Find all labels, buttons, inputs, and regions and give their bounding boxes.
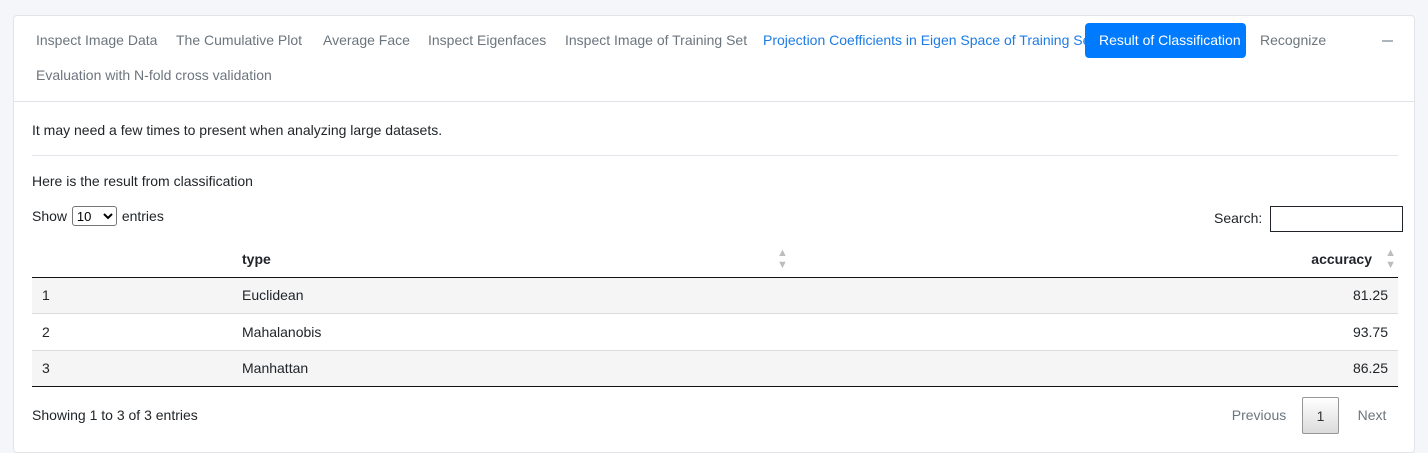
- result-caption: Here is the result from classification: [32, 173, 253, 189]
- tab-inspect-image-training-set[interactable]: Inspect Image of Training Set: [551, 23, 761, 58]
- loading-note: It may need a few times to present when …: [32, 122, 443, 138]
- tab-evaluation-n-fold[interactable]: Evaluation with N-fold cross validation: [22, 58, 286, 93]
- table-row: 3 Manhattan 86.25: [32, 350, 1398, 387]
- cell-index: 2: [42, 323, 50, 340]
- pagination: Previous 1 Next: [1219, 397, 1399, 434]
- page-button-current[interactable]: 1: [1302, 397, 1339, 434]
- header-type[interactable]: type ▲▼: [232, 241, 1238, 278]
- tab-recognize[interactable]: Recognize: [1246, 23, 1340, 58]
- tab-result-of-classification[interactable]: Result of Classification: [1085, 23, 1246, 58]
- header-accuracy[interactable]: accuracy ▲▼: [1238, 241, 1398, 278]
- header-type-label: type: [242, 250, 271, 267]
- header-index: [32, 241, 232, 278]
- cell-accuracy: 86.25: [1352, 360, 1388, 377]
- search-label: Search:: [1214, 210, 1263, 226]
- cell-type: Euclidean: [242, 287, 304, 304]
- cell-accuracy: 93.75: [1352, 323, 1388, 340]
- cell-index: 3: [42, 360, 50, 377]
- table-info: Showing 1 to 3 of 3 entries: [32, 407, 198, 423]
- tab-inspect-image-data[interactable]: Inspect Image Data: [22, 23, 171, 58]
- tab-bar: Inspect Image Data The Cumulative Plot A…: [14, 16, 1414, 102]
- results-table: type ▲▼ accuracy ▲▼ 1 Euclidean 81.25 2 …: [32, 241, 1398, 387]
- tab-card: Inspect Image Data The Cumulative Plot A…: [13, 15, 1415, 453]
- table-row: 2 Mahalanobis 93.75: [32, 314, 1398, 350]
- next-button[interactable]: Next: [1347, 397, 1397, 434]
- length-suffix: entries: [121, 208, 164, 224]
- tab-cumulative-plot[interactable]: The Cumulative Plot: [162, 23, 316, 58]
- tab-projection-coefficients[interactable]: Projection Coefficients in Eigen Space o…: [749, 23, 1108, 58]
- tab-average-face[interactable]: Average Face: [309, 23, 424, 58]
- cell-type: Manhattan: [242, 360, 309, 377]
- table-header-row: type ▲▼ accuracy ▲▼: [32, 241, 1398, 278]
- entries-select[interactable]: 10: [71, 206, 117, 226]
- sort-icon[interactable]: ▲▼: [777, 248, 793, 271]
- cell-accuracy: 81.25: [1352, 287, 1388, 304]
- search-control: Search:: [1214, 206, 1404, 232]
- tab-inspect-eigenfaces[interactable]: Inspect Eigenfaces: [414, 23, 560, 58]
- collapse-icon[interactable]: [1380, 30, 1396, 50]
- length-prefix: Show: [32, 208, 68, 224]
- table-row: 1 Euclidean 81.25: [32, 277, 1398, 314]
- entries-length-control: Show 10 entries: [32, 206, 164, 226]
- search-input[interactable]: [1270, 206, 1404, 232]
- previous-button[interactable]: Previous: [1219, 397, 1299, 434]
- sort-icon[interactable]: ▲▼: [1378, 248, 1396, 271]
- divider: [32, 155, 1398, 156]
- cell-type: Mahalanobis: [242, 323, 322, 340]
- cell-index: 1: [42, 287, 50, 304]
- header-accuracy-label: accuracy: [1311, 250, 1372, 267]
